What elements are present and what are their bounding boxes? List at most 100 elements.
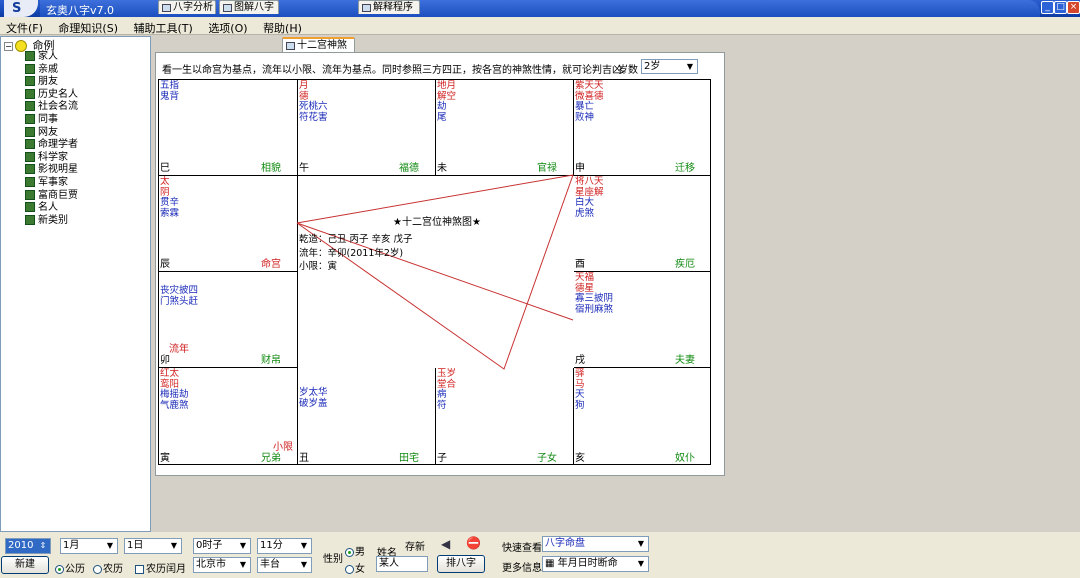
age-select[interactable]: 2岁 ▼ xyxy=(641,59,698,74)
tab-label: 图解八字 xyxy=(234,2,274,13)
chevron-down-icon[interactable]: ▼ xyxy=(684,61,696,72)
tab-explain[interactable]: 解释程序 xyxy=(358,0,420,14)
chevron-down-icon[interactable]: ▼ xyxy=(635,558,647,569)
tab-bazi-analysis[interactable]: 八字分析 xyxy=(158,0,216,14)
folder-icon xyxy=(25,151,35,162)
tree-item-label: 军事家 xyxy=(38,176,68,188)
month-select[interactable]: 1月 ▼ xyxy=(60,538,118,554)
new-button[interactable]: 新建 xyxy=(1,556,49,574)
palace-label: 迁移 xyxy=(675,163,695,174)
tree-item[interactable]: 军事家 xyxy=(25,176,78,190)
app-icon[interactable]: S xyxy=(4,0,38,17)
menu-options[interactable]: 选项(O) xyxy=(202,17,253,36)
solar-option[interactable]: 公历 xyxy=(55,560,85,575)
save-new-label[interactable]: 存新 xyxy=(405,538,425,553)
collapse-icon[interactable]: − xyxy=(4,41,13,51)
palace-label: 兄弟 xyxy=(261,453,281,464)
palace-label: 财帛 xyxy=(261,355,281,366)
tree-item[interactable]: 影视明星 xyxy=(25,164,78,177)
tree-item[interactable]: 同事 xyxy=(25,113,78,127)
day-select[interactable]: 1日 ▼ xyxy=(124,538,182,554)
megaphone-icon[interactable]: ◀ xyxy=(441,537,450,551)
folder-icon xyxy=(25,76,35,87)
folder-icon xyxy=(25,88,35,99)
cell-wei: 地月 解空劫尾 未 官禄 xyxy=(436,80,574,176)
chart-title: ★十二宫位神煞图★ xyxy=(393,217,481,228)
cell-chou: 岁太华 破岁盖 丑 田宅 xyxy=(298,368,436,465)
tree-item[interactable]: 家人 xyxy=(25,51,78,64)
folder-icon xyxy=(25,126,35,137)
quick-view-value: 八字命盘 xyxy=(545,538,585,549)
quick-view-select[interactable]: 八字命盘 ▼ xyxy=(542,536,649,552)
tree-item[interactable]: 科学家 xyxy=(25,151,78,165)
tab-twelve-palaces[interactable]: 十二宫神煞 xyxy=(282,37,355,52)
chevron-down-icon[interactable]: ▼ xyxy=(237,540,249,551)
tree-item-label: 命理学者 xyxy=(38,139,78,151)
close-button[interactable]: × xyxy=(1067,1,1080,14)
lunar-leap-option[interactable]: 农历闰月 xyxy=(135,560,186,575)
bottom-bar: 2010 ⇕ 1月 ▼ 1日 ▼ 0时子 ▼ 11分 ▼ 性别 男 女 姓名 某人 存新 … xyxy=(0,532,1080,578)
folder-icon xyxy=(25,189,35,200)
menu-help[interactable]: 帮助(H) xyxy=(257,17,308,36)
hour-select[interactable]: 0时子 ▼ xyxy=(193,538,251,554)
more-info-select[interactable]: ▦ 年月日时断命 ▼ xyxy=(542,556,649,572)
tree-item[interactable]: 社会名流 xyxy=(25,101,78,114)
spinner-icon[interactable]: ⇕ xyxy=(37,540,49,551)
chevron-down-icon[interactable]: ▼ xyxy=(237,559,249,570)
lunar-option[interactable]: 农历 xyxy=(93,560,123,575)
year-spinner[interactable]: 2010 ⇕ xyxy=(5,538,51,554)
minute-value: 11分 xyxy=(260,540,283,551)
gender-male[interactable]: 男 xyxy=(345,543,365,558)
year-value: 2010 xyxy=(8,540,34,551)
chevron-down-icon[interactable]: ▼ xyxy=(104,540,116,551)
gender-female[interactable]: 女 xyxy=(345,560,365,575)
branch-label: 丑 xyxy=(299,453,309,464)
tree-item[interactable]: 名人 xyxy=(25,202,78,215)
cell-hai: 驿马天狗 亥 奴仆 xyxy=(575,368,695,464)
tree-item[interactable]: 亲戚 xyxy=(25,63,78,77)
tree-item[interactable]: 富商巨贾 xyxy=(25,189,78,203)
tree-item[interactable]: 新类别 xyxy=(25,214,78,228)
menu-file[interactable]: 文件(F) xyxy=(0,17,49,36)
minute-select[interactable]: 11分 ▼ xyxy=(257,538,312,554)
radio-female[interactable] xyxy=(345,564,354,574)
checkbox-lunar-leap[interactable] xyxy=(135,564,144,574)
chevron-down-icon[interactable]: ▼ xyxy=(635,538,647,549)
tab-bazi-diagram[interactable]: 图解八字 xyxy=(219,0,279,14)
minimize-button[interactable]: _ xyxy=(1041,1,1054,14)
tree-item[interactable]: 网友 xyxy=(25,126,78,140)
branch-label: 酉 xyxy=(575,259,585,270)
month-value: 1月 xyxy=(63,540,80,551)
program-icon xyxy=(362,4,371,12)
tree-item-label: 新类别 xyxy=(38,214,68,226)
stop-icon[interactable]: ⛔ xyxy=(466,536,481,550)
case-tree[interactable]: − 命例 家人 亲戚 朋友 历史名人 社会名流 同事 网友 命理学者 科学家 影… xyxy=(0,36,151,532)
palace-label: 田宅 xyxy=(399,453,419,464)
district-select[interactable]: 丰台 ▼ xyxy=(257,557,312,573)
name-value: 某人 xyxy=(379,558,399,569)
radio-solar[interactable] xyxy=(55,564,64,574)
chevron-down-icon[interactable]: ▼ xyxy=(168,540,180,551)
branch-label: 子 xyxy=(437,453,447,464)
radio-male[interactable] xyxy=(345,547,354,557)
chevron-down-icon[interactable]: ▼ xyxy=(298,559,310,570)
maximize-button[interactable]: □ xyxy=(1054,1,1067,14)
arrange-bazi-button[interactable]: 排八字 xyxy=(437,555,485,573)
arrange-label: 排八字 xyxy=(446,558,476,569)
chevron-down-icon[interactable]: ▼ xyxy=(298,540,310,551)
radio-lunar[interactable] xyxy=(93,564,102,574)
lunar-leap-label: 农历闰月 xyxy=(146,564,186,575)
name-input[interactable]: 某人 xyxy=(376,556,428,572)
hint-text: 看一生以命宫为基点，流年以小限、流年为基点。同时参照三方四正，按各宫的神煞性情，… xyxy=(162,65,632,76)
tree-item-label: 历史名人 xyxy=(38,88,78,100)
tree-item[interactable]: 朋友 xyxy=(25,76,78,89)
female-label: 女 xyxy=(355,564,365,575)
tree-item[interactable]: 历史名人 xyxy=(25,88,78,102)
province-select[interactable]: 北京市 ▼ xyxy=(193,557,251,573)
tree-item-label: 亲戚 xyxy=(38,63,58,75)
menu-knowledge[interactable]: 命理知识(S) xyxy=(52,17,124,36)
more-info-value: 年月日时断命 xyxy=(557,558,618,569)
tree-item[interactable]: 命理学者 xyxy=(25,139,78,152)
menu-tools[interactable]: 辅助工具(T) xyxy=(128,17,199,36)
grid-icon xyxy=(286,42,295,50)
